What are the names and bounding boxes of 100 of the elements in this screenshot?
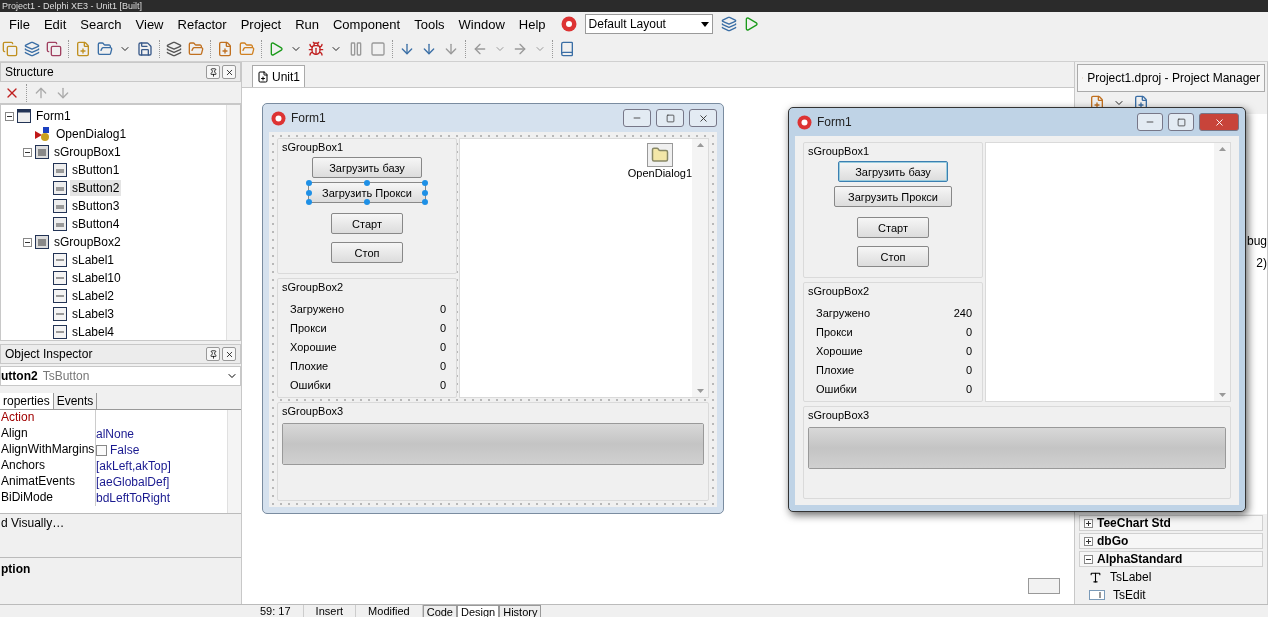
expand-icon[interactable] [1084, 536, 1093, 546]
stat-label: Прокси [290, 321, 328, 334]
tree-item[interactable]: OpenDialog1 [54, 126, 129, 142]
stop-icon[interactable] [370, 40, 386, 57]
tree-item[interactable]: sButton2 [70, 180, 122, 196]
inspector-tab[interactable]: roperties [0, 393, 54, 409]
copy-icon[interactable] [2, 40, 18, 57]
palette-category[interactable]: AlphaStandard [1079, 551, 1263, 567]
menu-item[interactable]: Edit [36, 16, 74, 32]
checkbox[interactable] [96, 444, 107, 456]
menu-item[interactable]: Search [73, 16, 129, 32]
menu-item[interactable]: Component [326, 16, 408, 32]
close-icon[interactable] [222, 347, 236, 361]
tree-item[interactable]: sLabel1 [70, 252, 117, 268]
menu-item[interactable]: View [128, 16, 171, 32]
minimize-button[interactable] [1137, 113, 1163, 131]
layers-icon[interactable] [720, 16, 737, 32]
scrollbar[interactable] [1214, 143, 1230, 401]
group-title: sGroupBox1 [808, 145, 870, 157]
tree-item[interactable]: 2) [1256, 256, 1267, 270]
stat-value: 0 [438, 321, 446, 334]
palette-category[interactable]: dbGo [1079, 533, 1263, 549]
palette-item[interactable]: TsLabel [1075, 568, 1267, 586]
menu-item[interactable]: Help [511, 16, 553, 32]
collapse-icon[interactable] [5, 111, 14, 121]
stat-label: Хорошие [290, 340, 338, 353]
tree-item[interactable]: sButton4 [70, 216, 122, 232]
menu-item[interactable]: Window [451, 16, 512, 32]
form-button[interactable]: Загрузить Прокси [308, 182, 426, 203]
view-tab[interactable]: History [499, 605, 542, 617]
scrollbar[interactable] [227, 410, 241, 513]
pause-icon[interactable] [348, 40, 364, 57]
bug-icon[interactable] [308, 40, 324, 57]
close-icon[interactable] [222, 65, 236, 79]
play-icon[interactable] [268, 40, 284, 57]
close-button[interactable] [689, 109, 717, 127]
tree-item[interactable]: sGroupBox2 [52, 234, 123, 250]
scroll-down-icon[interactable] [1218, 393, 1226, 397]
collapse-icon[interactable] [23, 237, 32, 247]
tree-item[interactable]: sButton3 [70, 198, 122, 214]
book-icon[interactable] [559, 40, 575, 57]
expand-icon[interactable] [1084, 518, 1093, 528]
maximize-button[interactable] [1168, 113, 1194, 131]
stat-label: Загружено [290, 302, 346, 315]
menu-item[interactable]: Refactor [170, 16, 234, 32]
maximize-button[interactable] [656, 109, 684, 127]
menu-item[interactable]: Run [288, 16, 326, 32]
property-value[interactable]: alNone [96, 427, 135, 441]
property-value[interactable]: False [110, 443, 140, 457]
scroll-up-icon[interactable] [1218, 147, 1226, 151]
menu-item[interactable]: Tools [407, 16, 452, 32]
minimize-button[interactable] [623, 109, 651, 127]
collapse-icon[interactable] [23, 147, 32, 157]
tree-item[interactable]: sLabel3 [70, 306, 117, 322]
tree-item[interactable]: Form1 [34, 108, 73, 124]
collapse-icon[interactable] [1084, 554, 1093, 564]
property-value[interactable]: bdLeftToRight [96, 491, 171, 505]
button-icon [53, 163, 67, 177]
inspector-tab[interactable]: Events [53, 393, 98, 409]
tree-item[interactable]: sGroupBox1 [52, 144, 123, 160]
property-value[interactable]: [aeGlobalDef] [96, 475, 170, 489]
copy-icon[interactable] [46, 40, 62, 57]
memo-field[interactable]: OpenDialog1 [459, 138, 709, 398]
scrollbar[interactable] [226, 105, 240, 340]
menu-item[interactable]: File [2, 16, 37, 32]
palette-category[interactable]: TeeChart Std [1079, 515, 1263, 531]
panel-icon [35, 145, 49, 159]
form-button[interactable]: Загрузить Прокси [834, 186, 952, 207]
tree-item[interactable]: bug [1246, 234, 1267, 248]
menu-item[interactable]: Project [233, 16, 289, 32]
scrollbar[interactable] [692, 139, 708, 397]
palette-item[interactable]: TsEdit [1075, 586, 1267, 604]
save-icon[interactable] [137, 40, 153, 57]
form-button[interactable]: Стоп [857, 246, 929, 267]
property-value[interactable]: [akLeft,akTop] [96, 459, 171, 473]
layers-icon[interactable] [166, 40, 182, 57]
form-button[interactable]: Стоп [331, 242, 403, 263]
form-button[interactable]: Старт [857, 217, 929, 238]
tree-item[interactable]: sLabel10 [70, 270, 123, 286]
form-button[interactable]: Старт [331, 213, 403, 234]
layout-select[interactable]: Default Layout [584, 14, 713, 34]
label-icon [53, 271, 67, 285]
form-button[interactable]: Загрузить базу [838, 161, 948, 182]
form-button[interactable]: Загрузить базу [312, 157, 422, 178]
view-tab[interactable]: Code [422, 605, 457, 617]
memo-field[interactable] [985, 142, 1231, 402]
scroll-down-icon[interactable] [696, 389, 704, 393]
maximize-icon [1176, 117, 1186, 127]
pin-icon[interactable] [206, 65, 220, 79]
layers-icon[interactable] [24, 40, 40, 57]
tree-item[interactable]: sLabel2 [70, 288, 117, 304]
close-button[interactable] [1199, 113, 1239, 131]
component-select[interactable]: utton2 TsButton [0, 366, 241, 386]
view-tab[interactable]: Design [457, 605, 500, 617]
pin-icon[interactable] [206, 347, 220, 361]
panel-title: Object Inspector [5, 347, 93, 361]
scroll-up-icon[interactable] [696, 143, 704, 147]
tree-item[interactable]: sLabel4 [70, 324, 117, 340]
tree-item[interactable]: sButton1 [70, 162, 122, 178]
editor-tab[interactable]: Unit1 [252, 65, 305, 87]
